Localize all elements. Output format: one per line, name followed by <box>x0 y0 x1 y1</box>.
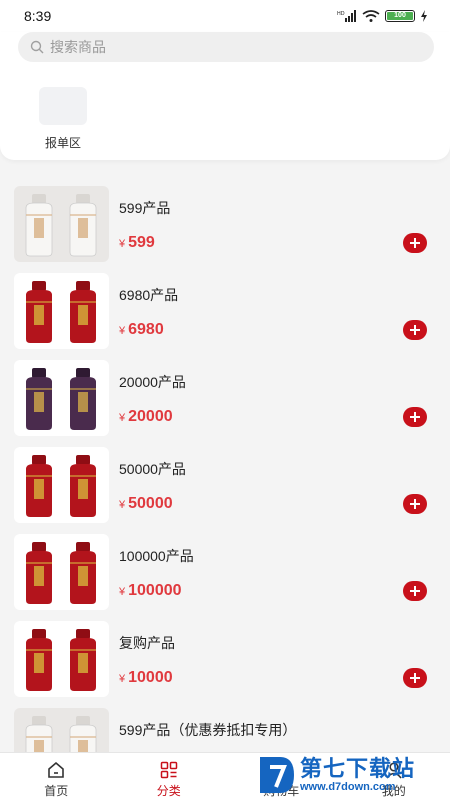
product-name: 100000产品 <box>119 548 194 564</box>
nav-label-category: 分类 <box>156 784 181 798</box>
currency-symbol: ¥ <box>119 238 126 250</box>
product-bottle-illustration <box>14 186 109 262</box>
product-name: 复购产品 <box>119 635 175 651</box>
search-icon <box>30 40 44 54</box>
currency-symbol: ¥ <box>119 673 126 685</box>
product-bottle-illustration <box>14 621 109 697</box>
watermark-text: 第七下载站 www.d7down.com <box>300 755 416 794</box>
search-placeholder: 搜索商品 <box>50 39 106 55</box>
product-item[interactable]: 50000产品 ¥50000 <box>0 443 450 530</box>
price-value: 50000 <box>128 495 173 512</box>
product-image <box>14 360 109 436</box>
add-to-cart-button[interactable] <box>403 320 427 340</box>
currency-symbol: ¥ <box>119 586 126 598</box>
watermark-d7down: 第七下载站 www.d7down.com <box>256 750 450 800</box>
signal-icon: HD <box>337 10 356 22</box>
category-baodanqu[interactable]: 报单区 <box>38 87 88 151</box>
plus-icon <box>410 673 420 683</box>
plus-icon <box>410 325 420 335</box>
product-name: 6980产品 <box>119 287 179 303</box>
product-price: ¥10000 <box>119 669 173 687</box>
d7-logo-icon <box>260 757 294 793</box>
add-to-cart-button[interactable] <box>403 581 427 601</box>
status-icons: HD 100 <box>337 10 428 22</box>
category-icon <box>160 761 177 779</box>
nav-home[interactable]: 首页 <box>0 753 113 800</box>
battery-icon: 100 <box>385 10 415 22</box>
charging-icon <box>421 10 427 22</box>
category-icon-placeholder <box>39 87 87 125</box>
product-price: ¥50000 <box>119 495 173 513</box>
watermark-url: www.d7down.com <box>300 780 396 793</box>
product-name: 599产品 <box>119 200 171 216</box>
nav-category[interactable]: 分类 <box>113 753 226 800</box>
product-bottle-illustration <box>14 447 109 523</box>
product-bottle-illustration <box>14 273 109 349</box>
top-panel: 搜索商品 报单区 <box>0 32 450 160</box>
product-price: ¥20000 <box>119 408 173 426</box>
add-to-cart-button[interactable] <box>403 494 427 514</box>
add-to-cart-button[interactable] <box>403 668 427 688</box>
nav-label-home: 首页 <box>44 784 69 798</box>
add-to-cart-button[interactable] <box>403 233 427 253</box>
price-value: 599 <box>128 234 155 251</box>
wifi-icon <box>362 10 380 22</box>
battery-level: 100 <box>387 12 413 20</box>
product-item[interactable]: 599产品 ¥599 <box>0 182 450 269</box>
search-input[interactable]: 搜索商品 <box>18 32 434 62</box>
product-bottle-illustration <box>14 534 109 610</box>
price-value: 6980 <box>128 321 164 338</box>
price-value: 10000 <box>128 669 173 686</box>
product-name: 50000产品 <box>119 461 186 477</box>
product-list: 599产品 ¥599 6980产品 ¥6980 20000产品 ¥ 20000 … <box>0 182 450 791</box>
category-label: 报单区 <box>44 136 81 150</box>
product-bottle-illustration <box>14 360 109 436</box>
status-time: 8:39 <box>24 8 52 24</box>
hd-label: HD <box>337 11 345 17</box>
watermark-title: 第七下载站 <box>300 755 416 781</box>
product-price: ¥6980 <box>119 321 164 339</box>
product-item[interactable]: 20000产品 ¥20000 <box>0 356 450 443</box>
product-item[interactable]: 100000产品 ¥100000 <box>0 530 450 617</box>
product-image <box>14 273 109 349</box>
product-name: 599产品（优惠券抵扣专用） <box>119 722 297 738</box>
currency-symbol: ¥ <box>119 412 126 424</box>
plus-icon <box>410 412 420 422</box>
product-image <box>14 447 109 523</box>
product-image <box>14 621 109 697</box>
product-price: ¥599 <box>119 234 155 252</box>
currency-symbol: ¥ <box>119 499 126 511</box>
currency-symbol: ¥ <box>119 325 126 337</box>
product-item[interactable]: 复购产品 ¥10000 <box>0 617 450 704</box>
product-price: ¥100000 <box>119 582 182 600</box>
product-image <box>14 186 109 262</box>
product-name: 20000产品 <box>119 374 186 390</box>
price-value: 100000 <box>128 582 182 599</box>
home-icon <box>48 761 65 778</box>
plus-icon <box>410 238 420 248</box>
product-item[interactable]: 6980产品 ¥6980 <box>0 269 450 356</box>
price-value: 20000 <box>128 408 173 425</box>
product-image <box>14 534 109 610</box>
status-bar: 8:39 HD 100 <box>0 0 450 32</box>
plus-icon <box>410 586 420 596</box>
add-to-cart-button[interactable] <box>403 407 427 427</box>
plus-icon <box>410 499 420 509</box>
